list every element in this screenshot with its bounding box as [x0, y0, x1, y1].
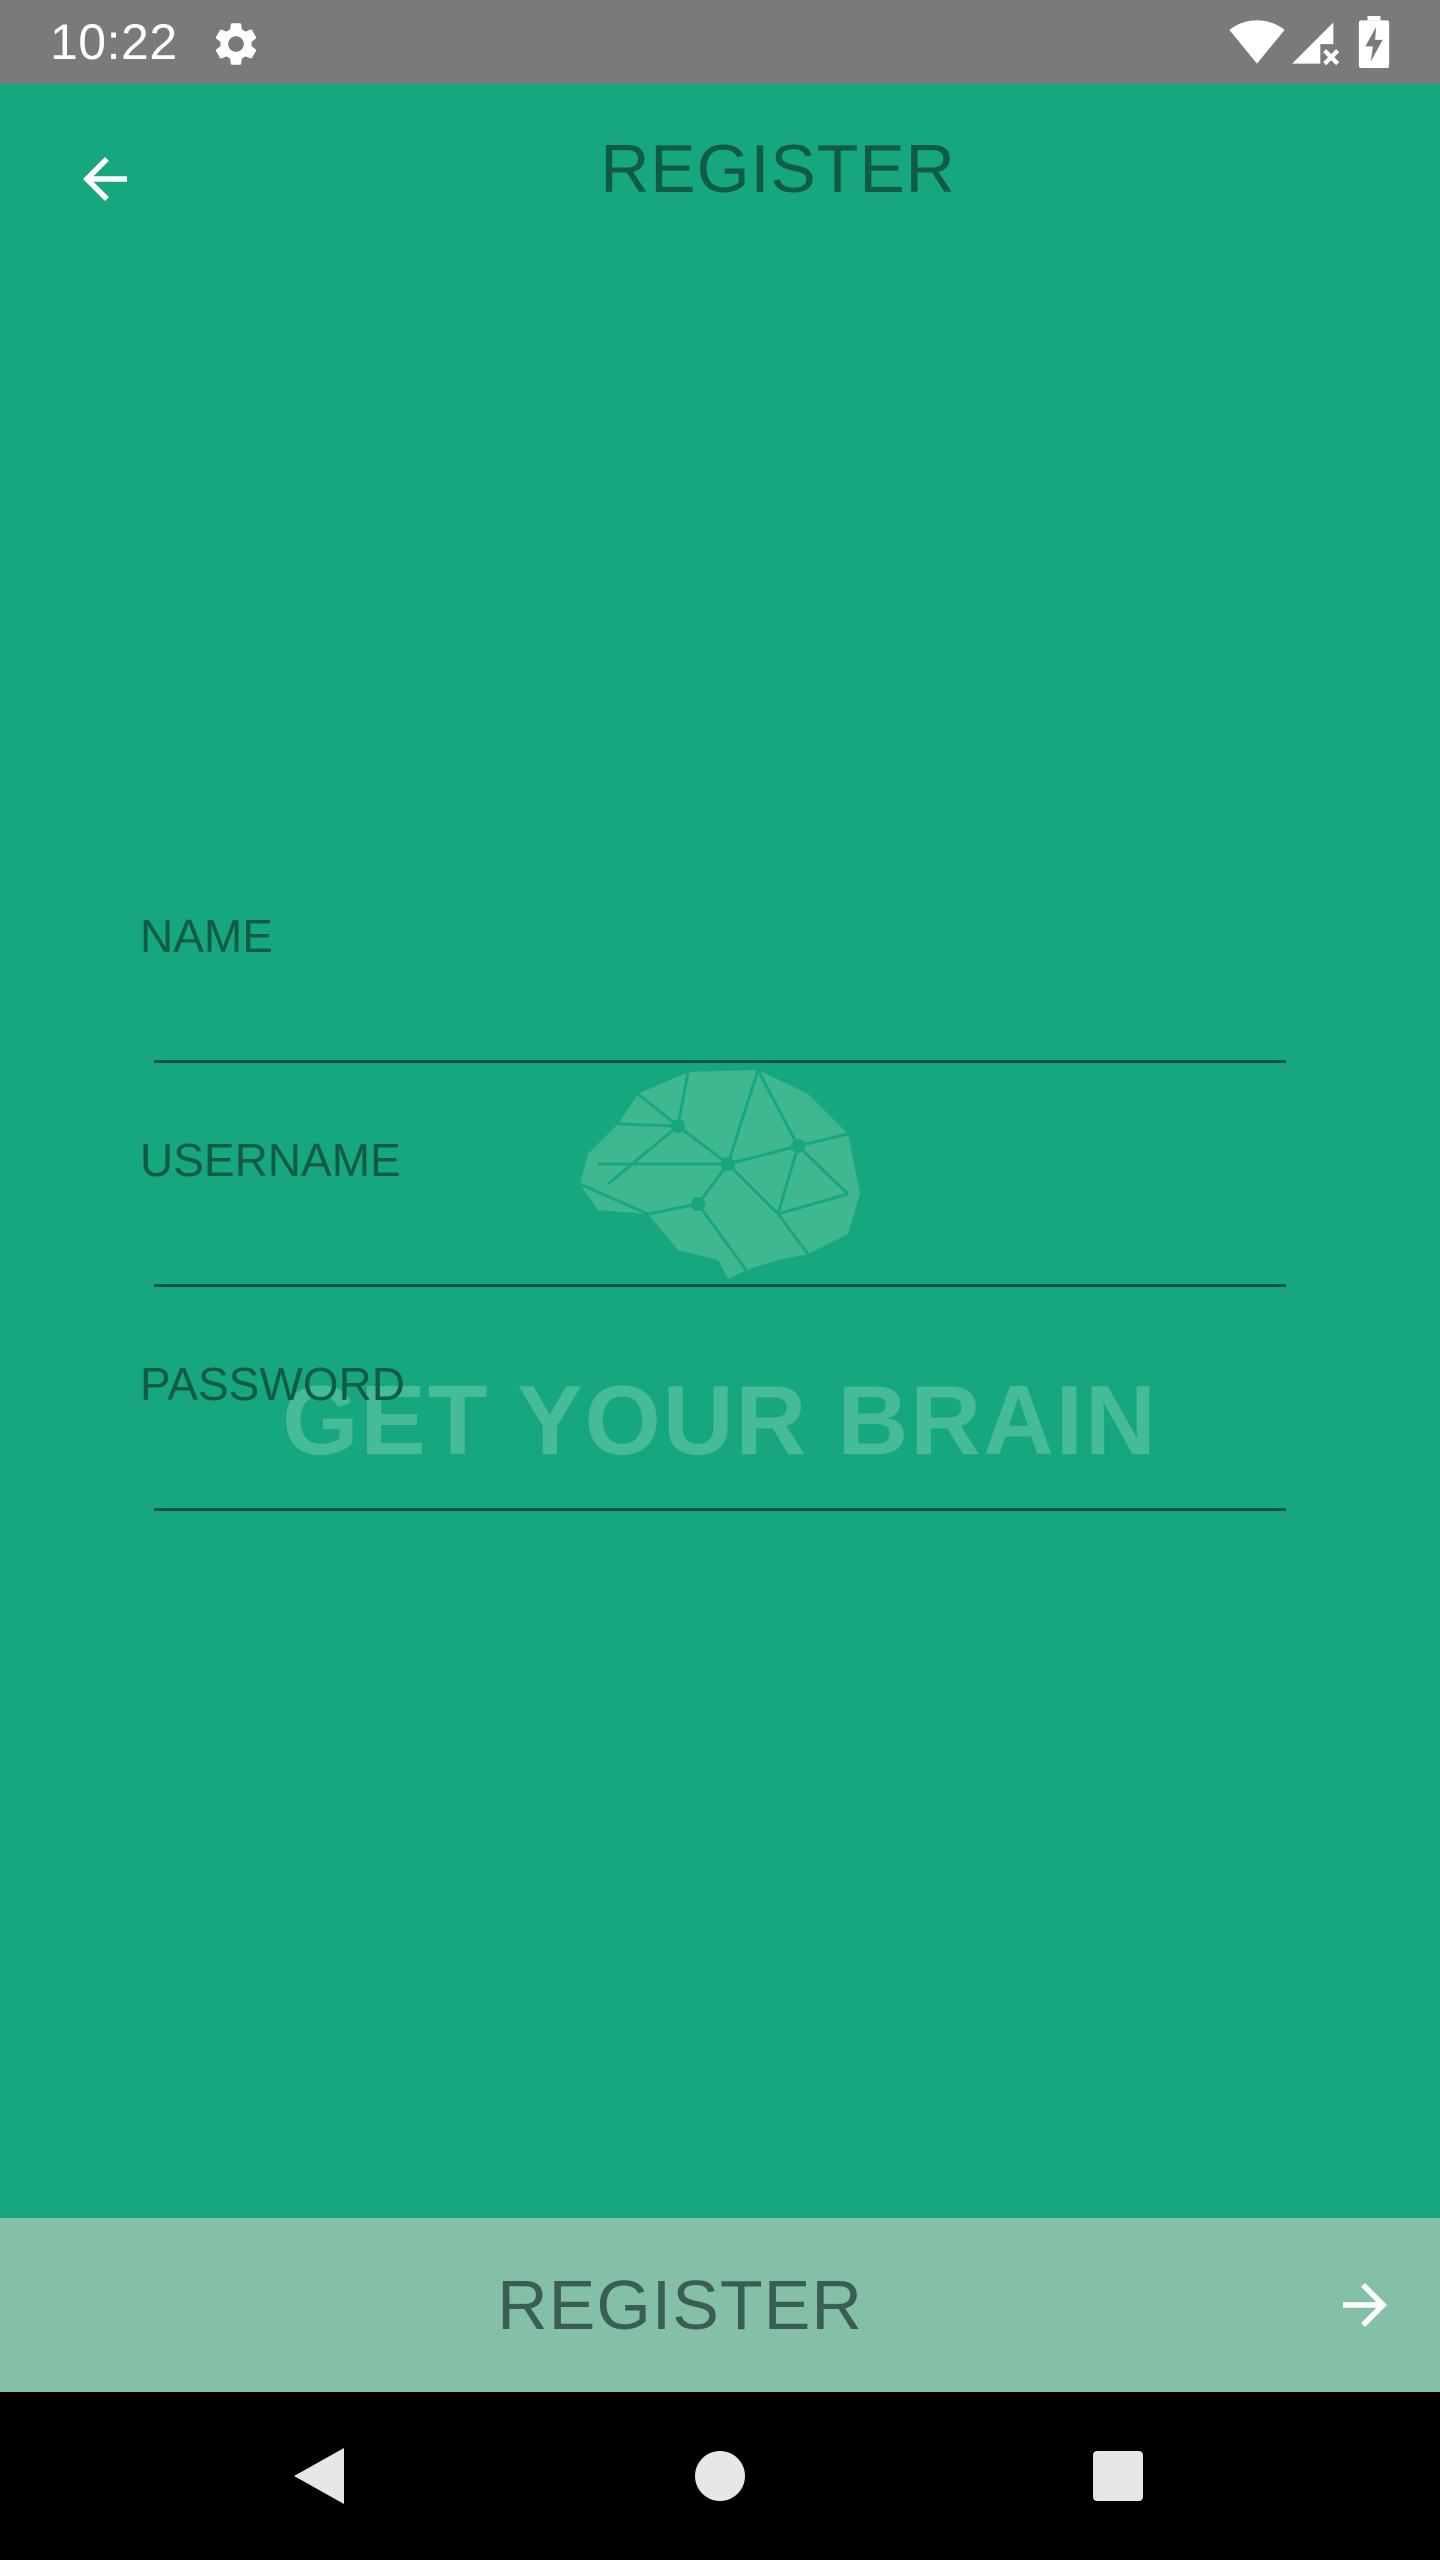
nav-home-button[interactable]	[670, 2426, 770, 2526]
password-field-group: PASSWORD	[140, 1354, 1290, 1554]
name-label: NAME	[140, 910, 273, 962]
app-bar: REGISTER	[0, 84, 1440, 254]
username-label: USERNAME	[140, 1134, 401, 1186]
arrow-right-icon	[1320, 2260, 1410, 2350]
password-input[interactable]	[154, 1428, 1286, 1511]
name-field-group: NAME	[140, 906, 1290, 1106]
nav-back-button[interactable]	[268, 2426, 368, 2526]
nav-recents-icon	[1093, 2451, 1143, 2501]
register-button-label: REGISTER	[497, 2266, 863, 2344]
username-field-group: USERNAME	[140, 1130, 1290, 1330]
username-input[interactable]	[154, 1204, 1286, 1287]
nav-back-icon	[294, 2448, 344, 2504]
password-label: PASSWORD	[140, 1358, 405, 1410]
navigation-bar	[0, 2392, 1440, 2560]
status-bar: 10:22	[0, 0, 1440, 84]
battery-charging-icon	[1358, 16, 1390, 68]
gear-icon	[215, 23, 257, 65]
register-button[interactable]: REGISTER	[0, 2218, 1440, 2392]
status-time: 10:22	[50, 14, 178, 70]
cell-signal-icon	[1292, 22, 1340, 66]
page-title: REGISTER	[600, 131, 956, 207]
nav-recents-button[interactable]	[1068, 2426, 1168, 2526]
name-input[interactable]	[154, 980, 1286, 1063]
wifi-icon	[1229, 20, 1285, 64]
nav-home-icon	[695, 2451, 745, 2501]
